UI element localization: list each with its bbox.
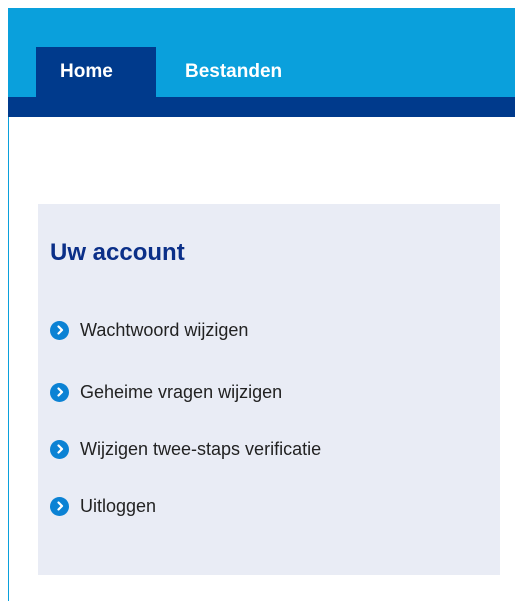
- chevron-right-circle-icon: [50, 382, 69, 402]
- menu-item-label: Wijzigen twee-staps verificatie: [80, 438, 322, 459]
- menu-item-two-step-verification[interactable]: Wijzigen twee-staps verificatie: [50, 437, 321, 461]
- menu-item-change-secret-questions[interactable]: Geheime vragen wijzigen: [50, 380, 282, 404]
- menu-item-label: Uitloggen: [80, 495, 157, 516]
- panel-title: Uw account: [50, 239, 185, 266]
- menu-item-label: Wachtwoord wijzigen: [80, 319, 249, 340]
- nav-bar: [8, 97, 515, 117]
- tab-home[interactable]: Home: [36, 47, 156, 97]
- chevron-right-circle-icon: [50, 439, 69, 459]
- menu-item-logout[interactable]: Uitloggen: [50, 494, 156, 518]
- menu-item-change-password[interactable]: Wachtwoord wijzigen: [50, 318, 248, 342]
- page: Home Bestanden Uw account Wachtwoord wij…: [0, 0, 515, 601]
- chevron-right-circle-icon: [50, 320, 69, 340]
- chevron-right-circle-icon: [50, 496, 69, 516]
- left-border-line: [8, 117, 9, 601]
- tab-bestanden-label: Bestanden: [185, 61, 283, 82]
- tab-home-label: Home: [60, 61, 113, 82]
- menu-item-label: Geheime vragen wijzigen: [80, 381, 283, 402]
- top-strip: [0, 0, 515, 8]
- tab-bestanden[interactable]: Bestanden: [156, 47, 304, 97]
